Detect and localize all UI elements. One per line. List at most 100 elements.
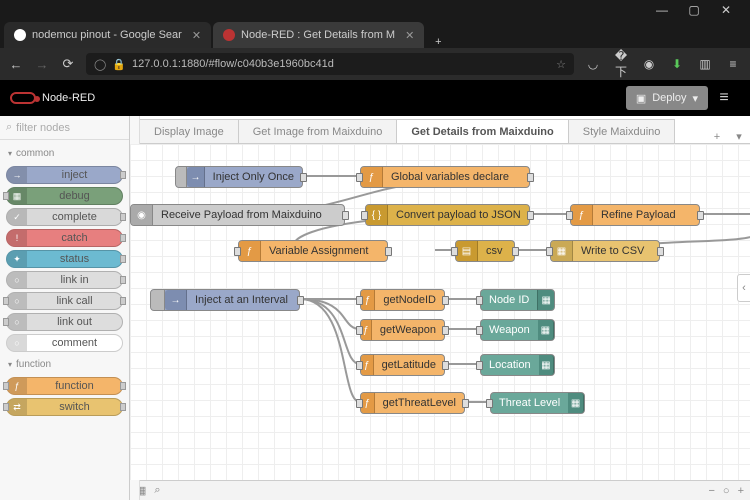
node-getnodeid[interactable]: ƒ getNodeID bbox=[360, 289, 445, 311]
node-type-icon: ! bbox=[7, 230, 27, 246]
window-minimize[interactable]: — bbox=[646, 3, 678, 17]
debug-icon: ▦ bbox=[537, 290, 554, 310]
node-debug-threat[interactable]: Threat Level ▦ bbox=[490, 392, 585, 414]
inject-button[interactable] bbox=[151, 290, 165, 310]
window-maximize[interactable]: ▢ bbox=[678, 3, 710, 17]
node-global-declare[interactable]: ƒ Global variables declare bbox=[360, 166, 530, 188]
palette-node-label: function bbox=[27, 380, 122, 392]
node-convert-json[interactable]: { } Convert payload to JSON bbox=[365, 204, 530, 226]
flow-list-button[interactable]: ▾ bbox=[728, 130, 750, 143]
palette-node-inject[interactable]: →inject bbox=[6, 166, 123, 184]
palette-node-label: status bbox=[27, 253, 122, 265]
file-icon: ▦ bbox=[551, 241, 573, 261]
palette-node-debug[interactable]: ▦debug bbox=[6, 187, 123, 205]
debug-icon: ▦ bbox=[538, 320, 554, 340]
inject-icon: → bbox=[165, 290, 187, 310]
debug-icon: ▦ bbox=[539, 355, 554, 375]
palette-category[interactable]: function bbox=[6, 355, 123, 374]
search-icon[interactable]: ⌕ bbox=[154, 484, 160, 497]
editor-footer: ▦ ⌕ − ○ + bbox=[130, 480, 750, 500]
node-label: Convert payload to JSON bbox=[388, 209, 529, 221]
extension-icon[interactable]: ⬇ bbox=[668, 57, 686, 71]
sidebar-expand[interactable]: ‹ bbox=[737, 274, 750, 302]
inject-button[interactable] bbox=[176, 167, 187, 187]
node-inject-once[interactable]: → Inject Only Once bbox=[175, 166, 303, 188]
inject-icon: → bbox=[187, 167, 204, 187]
zoom-reset-button[interactable]: ○ bbox=[723, 485, 730, 497]
node-label: Node ID bbox=[481, 294, 537, 306]
node-receive-payload[interactable]: ◉ Receive Payload from Maixduino bbox=[130, 204, 345, 226]
palette-node-label: link out bbox=[27, 316, 122, 328]
node-getweapon[interactable]: ƒ getWeapon bbox=[360, 319, 445, 341]
node-type-icon: ○ bbox=[7, 314, 27, 330]
deploy-button[interactable]: ▣ Deploy ▾ bbox=[626, 86, 708, 110]
node-csv[interactable]: ▤ csv bbox=[455, 240, 515, 262]
node-type-icon: ✦ bbox=[7, 251, 27, 267]
palette-node-link-in[interactable]: ○link in bbox=[6, 271, 123, 289]
flow-tab-label: Get Image from Maixduino bbox=[253, 126, 383, 138]
bookmark-icon[interactable]: ☆ bbox=[556, 58, 566, 71]
node-label: getNodeID bbox=[375, 294, 444, 306]
palette-node-link-out[interactable]: ○link out bbox=[6, 313, 123, 331]
palette-node-comment[interactable]: ○comment bbox=[6, 334, 123, 352]
node-label: Global variables declare bbox=[383, 171, 517, 183]
debug-icon: ▦ bbox=[568, 393, 584, 413]
flow-tab-active[interactable]: Get Details from Maixduino bbox=[396, 119, 568, 143]
flow-tab-label: Get Details from Maixduino bbox=[411, 126, 553, 138]
browser-tab-active[interactable]: Node-RED : Get Details from M ✕ bbox=[213, 22, 424, 48]
brand: Node-RED bbox=[10, 92, 95, 104]
address-bar[interactable]: ◯ 🔒 127.0.0.1:1880/#flow/c040b3e1960bc41… bbox=[86, 53, 574, 75]
zoom-out-button[interactable]: − bbox=[708, 485, 714, 497]
new-tab-button[interactable]: + bbox=[426, 36, 450, 48]
reload-icon[interactable]: ⟳ bbox=[60, 56, 76, 72]
node-inject-interval[interactable]: → Inject at an Interval bbox=[150, 289, 300, 311]
node-label: Receive Payload from Maixduino bbox=[153, 209, 330, 221]
palette-node-function[interactable]: ƒfunction bbox=[6, 377, 123, 395]
node-debug-location[interactable]: Location ▦ bbox=[480, 354, 555, 376]
node-label: csv bbox=[478, 245, 511, 257]
node-debug-nodeid[interactable]: Node ID ▦ bbox=[480, 289, 555, 311]
add-flow-button[interactable]: + bbox=[706, 131, 728, 143]
zoom-in-button[interactable]: + bbox=[738, 485, 744, 497]
palette-node-complete[interactable]: ✓complete bbox=[6, 208, 123, 226]
node-write-csv[interactable]: ▦ Write to CSV bbox=[550, 240, 660, 262]
node-getthreatlevel[interactable]: ƒ getThreatLevel bbox=[360, 392, 465, 414]
palette-filter[interactable]: ⌕ filter nodes bbox=[0, 116, 129, 140]
node-variable-assignment[interactable]: ƒ Variable Assignment bbox=[238, 240, 388, 262]
function-icon: ƒ bbox=[239, 241, 261, 261]
node-type-icon: ○ bbox=[7, 335, 27, 351]
library-icon[interactable]: ▥ bbox=[696, 57, 714, 71]
palette-node-catch[interactable]: !catch bbox=[6, 229, 123, 247]
node-label: getThreatLevel bbox=[375, 397, 464, 409]
node-type-icon: → bbox=[7, 167, 27, 183]
search-icon: ⌕ bbox=[6, 121, 12, 134]
flow-tab[interactable]: Get Image from Maixduino bbox=[238, 119, 398, 143]
download-icon[interactable]: �下 bbox=[612, 49, 630, 80]
palette-node-label: switch bbox=[27, 401, 122, 413]
flow-tab[interactable]: Style Maixduino bbox=[568, 119, 676, 143]
node-refine-payload[interactable]: ƒ Refine Payload bbox=[570, 204, 700, 226]
node-getlatitude[interactable]: ƒ getLatitude bbox=[360, 354, 445, 376]
palette-category[interactable]: common bbox=[6, 144, 123, 163]
browser-tabstrip: nodemcu pinout - Google Sear ✕ Node-RED … bbox=[0, 20, 750, 48]
palette-node-switch[interactable]: ⇄switch bbox=[6, 398, 123, 416]
main-menu-icon[interactable]: ≡ bbox=[708, 89, 740, 107]
url-text: 127.0.0.1:1880/#flow/c040b3e1960bc41d bbox=[132, 58, 334, 70]
flow-canvas[interactable]: → Inject Only Once ƒ Global variables de… bbox=[130, 144, 750, 480]
node-debug-weapon[interactable]: Weapon ▦ bbox=[480, 319, 555, 341]
back-icon[interactable]: ← bbox=[8, 57, 24, 72]
close-icon[interactable]: ✕ bbox=[405, 29, 414, 42]
pocket-icon[interactable]: ◡ bbox=[584, 57, 602, 71]
close-icon[interactable]: ✕ bbox=[192, 29, 201, 42]
lock-icon: 🔒 bbox=[112, 58, 126, 71]
palette-node-status[interactable]: ✦status bbox=[6, 250, 123, 268]
app-menu-icon[interactable]: ≡ bbox=[724, 57, 742, 71]
palette-node-link-call[interactable]: ○link call bbox=[6, 292, 123, 310]
forward-icon[interactable]: → bbox=[34, 57, 50, 72]
browser-tab[interactable]: nodemcu pinout - Google Sear ✕ bbox=[4, 22, 211, 48]
node-type-icon: ⇄ bbox=[7, 399, 27, 415]
window-close[interactable]: ✕ bbox=[710, 3, 742, 17]
node-label: Variable Assignment bbox=[261, 245, 376, 257]
flow-tab[interactable]: Display Image bbox=[139, 119, 239, 143]
account-icon[interactable]: ◉ bbox=[640, 57, 658, 71]
